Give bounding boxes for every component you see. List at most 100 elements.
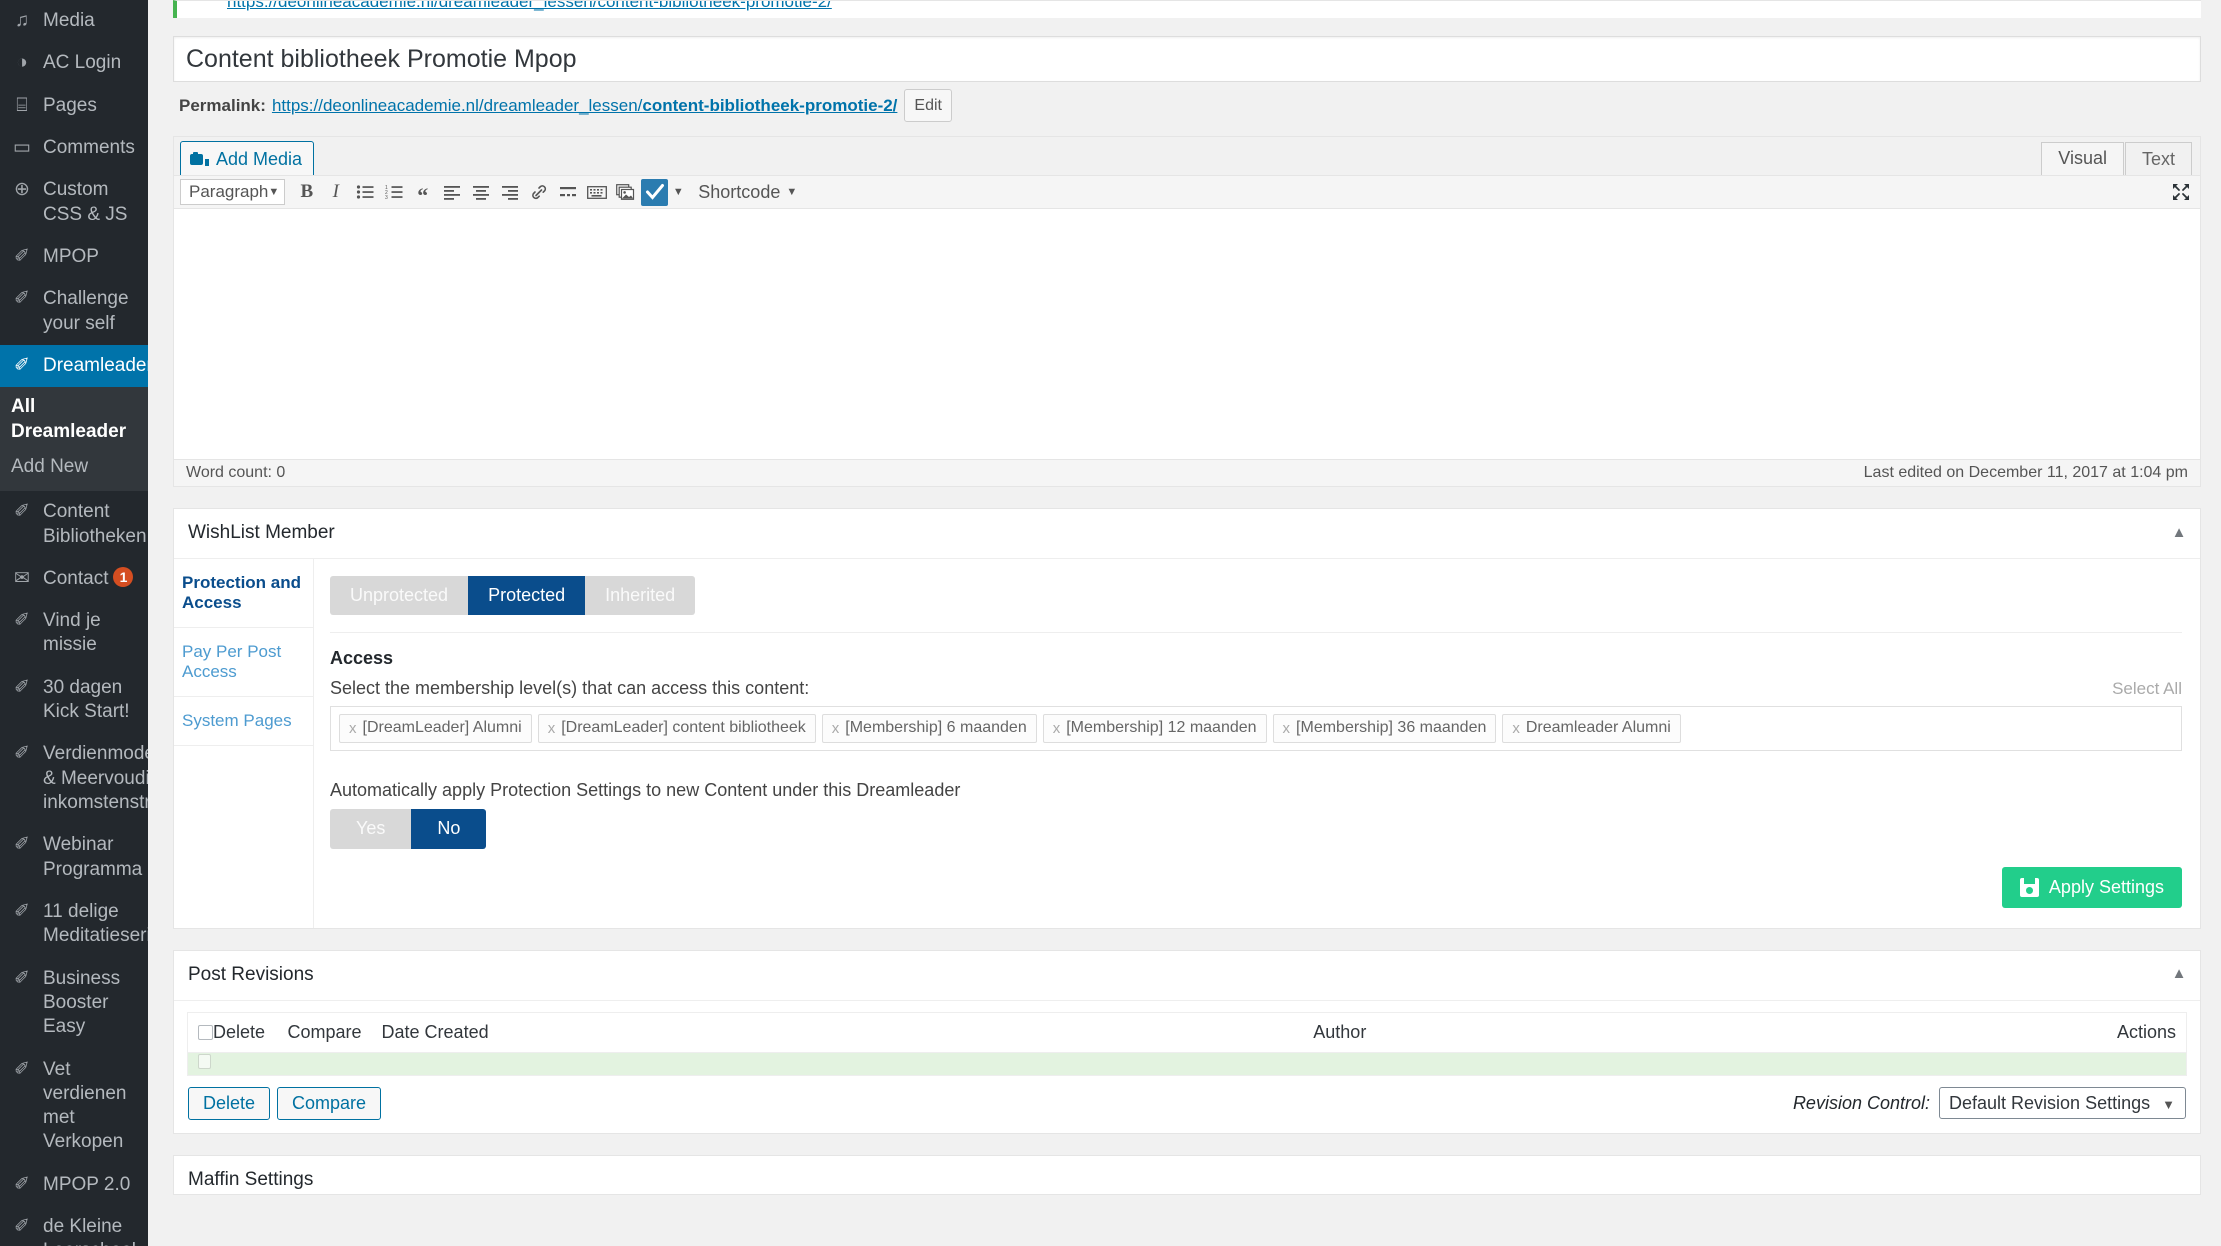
select-all-link[interactable]: Select All [2112, 679, 2182, 699]
editor-status-bar: Word count: 0 Last edited on December 11… [174, 459, 2200, 487]
membership-level-tag[interactable]: x [DreamLeader] content bibliotheek [537, 714, 816, 744]
membership-levels-field[interactable]: x [DreamLeader] Alumni x [DreamLeader] cont… [330, 706, 2182, 752]
pin-icon: ✐ [14, 1058, 30, 1080]
sidebar-item-30-dagen-kick-start[interactable]: ✐ 30 dagen Kick Start! [0, 667, 148, 734]
read-more-icon[interactable] [554, 179, 581, 206]
sidebar-submenu-item-add-new[interactable]: Add New [0, 450, 148, 485]
membership-level-label: [Membership] 6 maanden [845, 719, 1027, 737]
remove-tag-icon[interactable]: x [1283, 720, 1291, 737]
sidebar-item-dreamleader[interactable]: ✐ Dreamleader [0, 344, 148, 388]
sidebar-item-mpop-2-0[interactable]: ✐ MPOP 2.0 [0, 1164, 148, 1206]
remove-tag-icon[interactable]: x [832, 720, 840, 737]
divider [330, 632, 2182, 634]
post-title-input[interactable] [173, 36, 2201, 82]
column-author: Author [1303, 1012, 1604, 1053]
align-left-icon[interactable] [438, 179, 465, 206]
sidebar-submenu-item-all-dreamleader[interactable]: All Dreamleader [0, 390, 148, 449]
sidebar-item-de-kleine-leerschool[interactable]: ✐ de Kleine Leerschool [0, 1206, 148, 1246]
bold-icon[interactable]: B [293, 179, 320, 206]
membership-level-tag[interactable]: x [Membership] 6 maanden [821, 714, 1037, 744]
admin-sidebar-menu[interactable]: ♫ Media ◑ AC Login ⌸ Pages ▭ Comments ⊕ Custom CS… [0, 0, 148, 1246]
sidebar-item-comments[interactable]: ▭ Comments [0, 127, 148, 169]
align-center-icon[interactable] [467, 179, 494, 206]
link-icon[interactable] [525, 179, 552, 206]
membership-level-tag[interactable]: x Dreamleader Alumni [1502, 714, 1681, 744]
sidebar-item-vind-je-missie[interactable]: ✐ Vind je missie [0, 600, 148, 667]
sidebar-item-ac-login[interactable]: ◑ AC Login [0, 42, 148, 84]
sidebar-item-contact[interactable]: ✉ Contact 1 [0, 558, 148, 600]
paragraph-format-select[interactable]: Paragraph ▼ [180, 179, 286, 206]
wlm-nav-system-pages[interactable]: System Pages [174, 697, 313, 746]
align-right-icon[interactable] [496, 179, 523, 206]
edit-permalink-button[interactable]: Edit [904, 89, 952, 123]
chevron-up-icon[interactable]: ▲ [2164, 959, 2194, 989]
membership-level-tag[interactable]: x [Membership] 12 maanden [1042, 714, 1267, 744]
sidebar-item-custom-css-js[interactable]: ⊕ Custom CSS & JS [0, 169, 148, 236]
sidebar-item-content-bibliotheken[interactable]: ✐ Content Bibliotheken [0, 491, 148, 558]
tab-visual[interactable]: Visual [2041, 142, 2124, 178]
table-row[interactable] [187, 1052, 2187, 1076]
blockquote-icon[interactable]: “ [409, 179, 436, 207]
gallery-icon[interactable] [612, 179, 639, 206]
sidebar-submenu[interactable]: All Dreamleader Add New [0, 387, 148, 492]
segment-protected[interactable]: Protected [468, 575, 586, 616]
auto-apply-toggle[interactable]: Yes No [330, 809, 487, 849]
wlm-nav-protection-and-access[interactable]: Protection and Access [174, 559, 313, 628]
post-revisions-panel: Post Revisions ▲ Delete Compare Date Cre… [173, 949, 2201, 1134]
compare-revisions-button[interactable]: Compare [277, 1086, 382, 1120]
editor-tools: Add Media Visual Text [174, 137, 2200, 179]
bulleted-list-icon[interactable] [351, 179, 378, 206]
editor-toolbar[interactable]: Paragraph ▼ B I 1 2 3 “ ▼ Shortcode ▼ [174, 175, 2200, 210]
remove-tag-icon[interactable]: x [1053, 720, 1061, 737]
row-delete-checkbox[interactable] [198, 1053, 211, 1069]
keyboard-icon[interactable] [583, 179, 610, 206]
pin-icon: ✐ [14, 501, 30, 523]
add-media-button[interactable]: Add Media [180, 141, 315, 179]
remove-tag-icon[interactable]: x [1512, 720, 1520, 737]
italic-icon[interactable]: I [322, 179, 349, 206]
editor-mode-tabs[interactable]: Visual Text [2041, 142, 2192, 178]
sidebar-item-11-delige-meditatieserie[interactable]: ✐ 11 delige Meditatieserie [0, 891, 148, 958]
editor-content-area[interactable] [174, 209, 2200, 460]
admin-notice-link[interactable]: https://deonlineacademie.nl/dreamleader_… [227, 1, 832, 12]
remove-tag-icon[interactable]: x [349, 720, 357, 737]
segment-inherited[interactable]: Inherited [585, 575, 696, 616]
numbered-list-icon[interactable]: 1 2 3 [380, 179, 407, 206]
wishlist-member-nav[interactable]: Protection and Access Pay Per Post Acces… [174, 558, 314, 928]
chevron-up-icon[interactable]: ▲ [2164, 517, 2194, 547]
fullscreen-icon[interactable] [2170, 181, 2192, 203]
sidebar-item-vet-verdienen-met-verkopen[interactable]: ✐ Vet verdienen met Verkopen [0, 1049, 148, 1164]
chevron-down-icon[interactable]: ▼ [670, 179, 686, 206]
auto-apply-yes[interactable]: Yes [330, 809, 412, 849]
segment-unprotected[interactable]: Unprotected [330, 575, 469, 616]
membership-level-label: [Membership] 36 maanden [1296, 719, 1487, 737]
protection-mode-toggle[interactable]: Unprotected Protected Inherited [330, 575, 696, 616]
auto-apply-no[interactable]: No [411, 809, 487, 849]
tab-text[interactable]: Text [2124, 142, 2192, 178]
sidebar-item-challenge-your-self[interactable]: ✐ Challenge your self [0, 278, 148, 345]
revision-control-select[interactable]: Default Revision Settings [1939, 1087, 2186, 1120]
sidebar-item-verdienmodellen-meervoudige-inkomstenstromen[interactable]: ✐ Verdienmodellen & Meervoudige inkomsten… [0, 733, 148, 824]
remove-tag-icon[interactable]: x [548, 720, 556, 737]
sidebar-item-media[interactable]: ♫ Media [0, 0, 148, 42]
apply-settings-button[interactable]: Apply Settings [2001, 866, 2182, 908]
sidebar-item-mpop[interactable]: ✐ MPOP [0, 236, 148, 278]
wlm-nav-pay-per-post-access[interactable]: Pay Per Post Access [174, 628, 313, 697]
sidebar-item-label: Dreamleader [43, 354, 148, 376]
pages-icon: ⌸ [16, 94, 28, 116]
wishlist-member-icon[interactable] [641, 178, 669, 206]
delete-revisions-button[interactable]: Delete [188, 1086, 271, 1120]
sidebar-item-label: MPOP [43, 245, 99, 267]
pin-icon: ✐ [14, 834, 30, 856]
permalink-link[interactable]: https://deonlineacademie.nl/dreamleader_… [272, 96, 897, 116]
sidebar-item-business-booster-easy[interactable]: ✐ Business Booster Easy [0, 958, 148, 1049]
pin-icon: ✐ [14, 288, 30, 310]
table-cell-actions [1603, 1052, 2187, 1076]
membership-level-tag[interactable]: x [Membership] 36 maanden [1272, 714, 1497, 744]
shortcode-dropdown[interactable]: Shortcode ▼ [698, 182, 797, 203]
table-cell-author [1303, 1052, 1604, 1076]
sidebar-item-pages[interactable]: ⌸ Pages [0, 85, 148, 127]
membership-level-tag[interactable]: x [DreamLeader] Alumni [339, 714, 532, 744]
sidebar-item-webinar-programma[interactable]: ✐ Webinar Programma [0, 824, 148, 891]
select-all-checkbox[interactable] [198, 1024, 213, 1040]
